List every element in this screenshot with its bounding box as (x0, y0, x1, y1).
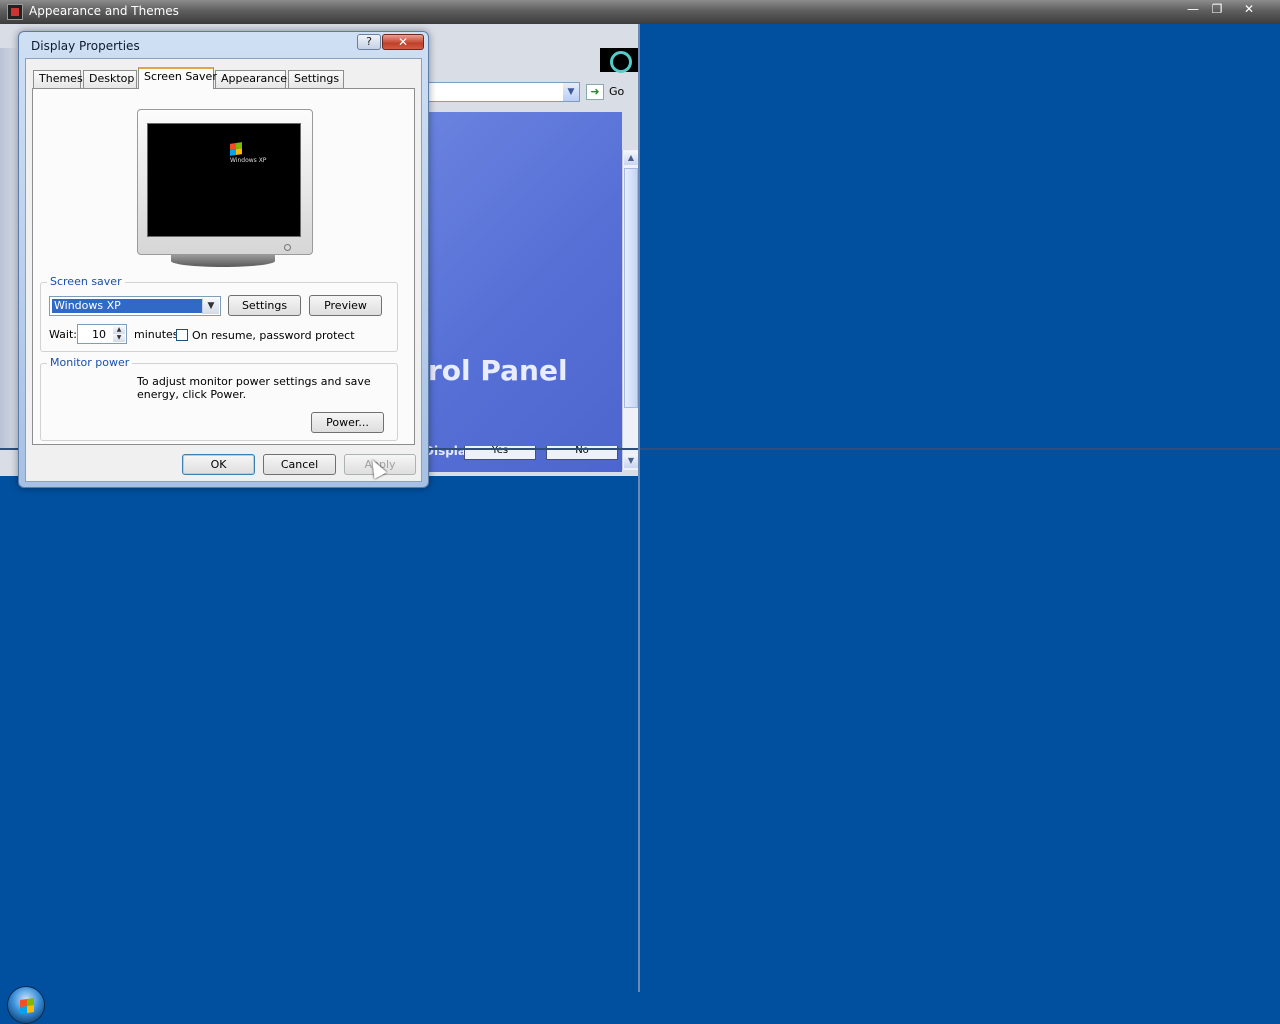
close-icon[interactable]: ✕ (1238, 2, 1260, 18)
tab-desktop[interactable]: Desktop (83, 70, 137, 88)
address-bar[interactable]: ▼ (428, 82, 580, 102)
tab-settings[interactable]: Settings (288, 70, 344, 88)
monitor-power-description: To adjust monitor power settings and sav… (137, 375, 371, 401)
preview-screen: Windows XP (147, 123, 301, 237)
stepper-down-icon[interactable]: ▼ (113, 334, 125, 342)
display-properties-dialog: Display Properties ? ✕ Themes Desktop Sc… (18, 31, 429, 488)
scroll-up-icon[interactable]: ▲ (624, 151, 638, 165)
dialog-close-icon[interactable]: ✕ (382, 34, 424, 50)
stepper-up-icon[interactable]: ▲ (113, 326, 125, 334)
password-protect-label[interactable]: On resume, password protect (192, 329, 355, 342)
scroll-down-icon[interactable]: ▼ (624, 454, 638, 468)
wait-label: Wait: (49, 328, 77, 341)
parent-window-title: Appearance and Themes (29, 4, 179, 18)
scroll-thumb[interactable] (624, 168, 638, 408)
control-panel-heading: rol Panel (428, 354, 568, 387)
settings-button[interactable]: Settings (228, 295, 301, 316)
power-button[interactable]: Power... (311, 412, 384, 433)
go-button[interactable]: Go (609, 85, 624, 98)
chevron-down-icon[interactable]: ▼ (202, 298, 219, 314)
control-panel-content (428, 112, 622, 472)
minutes-label: minutes (134, 328, 179, 341)
windows-flag-icon (20, 998, 34, 1014)
start-button[interactable] (7, 986, 45, 1024)
vertical-scrollbar[interactable]: ▲ ▼ (622, 150, 638, 470)
tab-screen-saver[interactable]: Screen Saver (138, 67, 217, 89)
windows-logo-icon (230, 142, 242, 156)
parent-title-bar[interactable]: Appearance and Themes — ❐ ✕ (0, 0, 1280, 24)
control-panel-icon (7, 4, 23, 20)
screen-divider-vertical (638, 24, 640, 992)
tab-appearance[interactable]: Appearance (215, 70, 287, 88)
screen-saver-legend: Screen saver (47, 275, 125, 288)
cancel-button[interactable]: Cancel (263, 454, 336, 475)
screen-saver-group: Screen saver Windows XP ▼ Settings Previ… (40, 275, 398, 352)
password-protect-checkbox[interactable] (176, 329, 188, 341)
screen-saver-selected: Windows XP (52, 299, 202, 313)
wait-stepper[interactable]: 10 ▲ ▼ (77, 324, 127, 344)
restore-icon[interactable]: ❐ (1206, 2, 1228, 18)
screen-saver-panel: Windows XP Screen saver Windows XP ▼ Set… (32, 88, 415, 445)
go-arrow-icon[interactable]: ➜ (586, 84, 604, 100)
address-dropdown-icon[interactable]: ▼ (563, 83, 579, 101)
power-led-icon (284, 244, 291, 251)
display-link[interactable]: Display (424, 444, 473, 458)
wait-value[interactable]: 10 (92, 328, 106, 341)
monitor-preview: Windows XP (137, 109, 313, 255)
preview-button[interactable]: Preview (309, 295, 382, 316)
monitor-stand (171, 255, 275, 267)
throbber-icon (600, 48, 638, 73)
monitor-power-legend: Monitor power (47, 356, 133, 369)
help-icon[interactable]: ? (357, 34, 381, 50)
dialog-body: Themes Desktop Screen Saver Appearance S… (25, 58, 422, 482)
tab-themes[interactable]: Themes (33, 70, 83, 88)
ok-button[interactable]: OK (182, 454, 255, 475)
preview-logo-text: Windows XP (230, 157, 267, 164)
monitor-power-group: Monitor power To adjust monitor power se… (40, 356, 398, 441)
screen-saver-select[interactable]: Windows XP ▼ (49, 296, 221, 316)
minimize-icon[interactable]: — (1182, 2, 1204, 18)
dialog-title: Display Properties (31, 39, 140, 53)
